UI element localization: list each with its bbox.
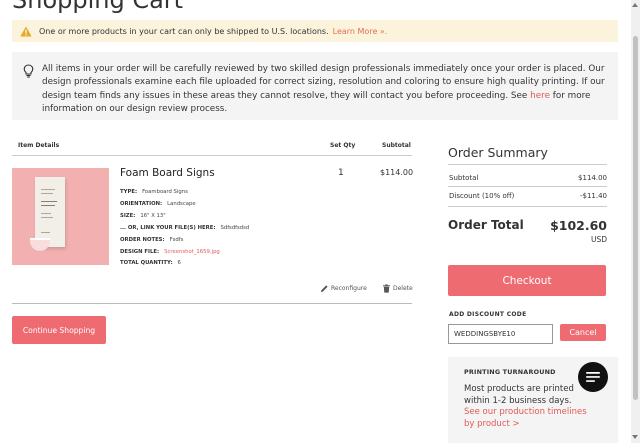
pencil-icon [321,285,328,292]
info-text: All items in your order will be carefull… [42,64,605,101]
summary-subtotal-label: Subtotal [449,174,479,182]
discount-code-label: ADD DISCOUNT CODE [449,311,527,318]
spec-row: DESIGN FILE: Screenshot_1659.jpg [120,248,220,255]
order-total-currency: USD [590,235,607,244]
spec-row: SIZE: 16" X 13" [120,212,166,219]
spec-row: TYPE: Foamboard Signs [120,189,188,195]
summary-discount-value: -$11.40 [579,192,607,200]
trash-icon [383,284,390,293]
spec-row: TOTAL QUANTITY: 6 [120,260,181,267]
product-thumbnail [12,168,109,265]
spec-row: ORDER NOTES: Fsdfs [120,236,184,243]
shipping-warning-banner: One or more products in your cart can on… [12,20,618,42]
column-header-qty: Set Qty [330,142,356,149]
cart-divider [12,303,412,304]
page-scrollbar[interactable] [631,0,640,443]
scroll-up-arrow[interactable] [632,3,638,7]
scroll-thumb[interactable] [633,36,638,400]
design-file-link[interactable]: Screenshot_1659.jpg [164,249,220,255]
item-subtotal: $114.00 [380,168,414,177]
order-total-value: $102.60 [550,218,607,233]
lightbulb-icon [23,64,34,78]
warning-triangle-icon [20,26,32,36]
checkout-button[interactable]: Checkout [448,265,606,296]
item-quantity: 1 [338,168,344,178]
column-header-item: Item Details [18,142,60,149]
design-review-here-link[interactable]: here [530,91,550,101]
summary-divider [448,186,607,187]
header-divider [12,155,412,156]
summary-discount-label: Discount (10% off) [449,192,515,200]
continue-shopping-button[interactable]: Continue Shopping [12,316,106,344]
page-title: Shopping Cart [12,0,184,14]
cancel-discount-button[interactable]: Cancel [560,324,606,341]
spec-row: ... OR, LINK YOUR FILE(S) HERE: Sdfsdfsds… [120,224,250,231]
warning-text: One or more products in your cart can on… [39,26,329,36]
discount-code-input[interactable] [448,324,553,344]
order-total-label: Order Total [448,218,524,232]
product-name: Foam Board Signs [120,167,215,179]
spec-row: ORIENTATION: Landscape [120,200,196,207]
turnaround-text: Most products are printed within 1-2 bus… [464,384,574,406]
column-header-subtotal: Subtotal [382,142,411,149]
scroll-down-arrow[interactable] [632,435,638,439]
design-review-notice: All items in your order will be carefull… [12,52,618,120]
reconfigure-button[interactable]: Reconfigure [320,284,367,293]
chat-icon [586,372,600,382]
production-timelines-link[interactable]: See our production timelines by product … [464,407,594,430]
summary-subtotal-value: $114.00 [578,174,607,182]
summary-divider [448,164,607,165]
order-summary-title: Order Summary [448,145,548,160]
learn-more-link[interactable]: Learn More ». [333,27,388,36]
product-specs: TYPE: Foamboard Signs ORIENTATION: Landsca… [120,187,249,270]
delete-button[interactable]: Delete [382,284,413,293]
summary-divider [448,206,607,207]
chat-button[interactable] [578,362,608,392]
